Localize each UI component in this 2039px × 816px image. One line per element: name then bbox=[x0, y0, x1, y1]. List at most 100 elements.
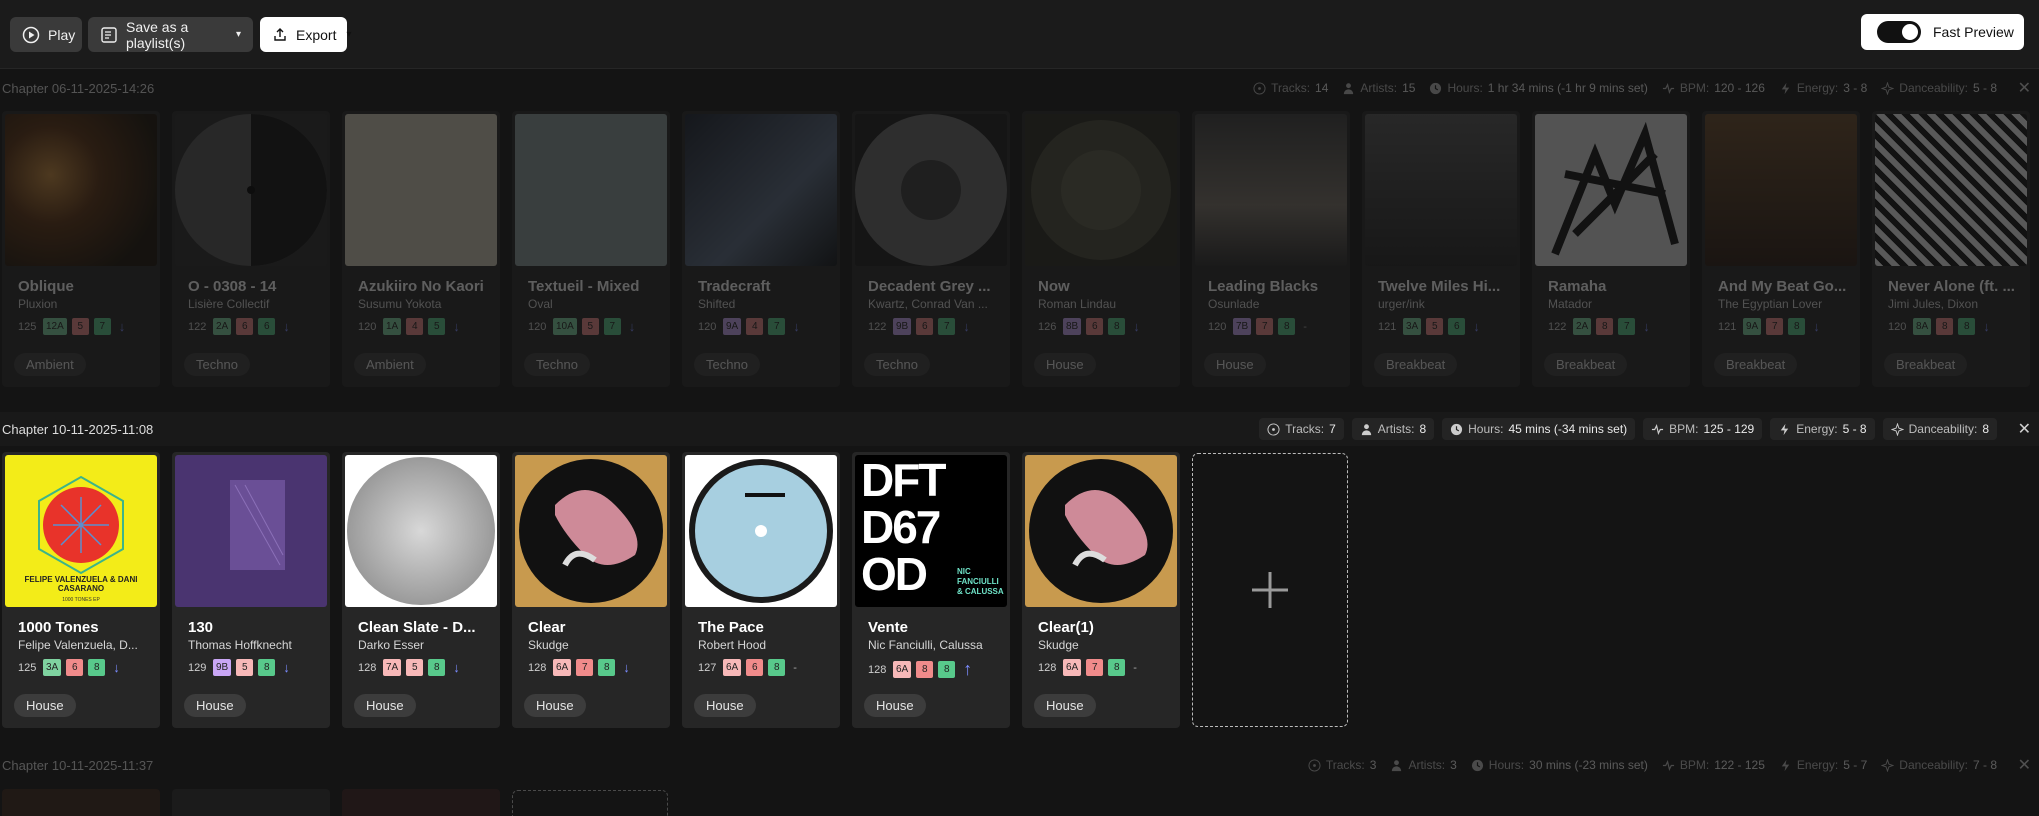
arrow-down-icon: ↓ bbox=[1813, 319, 1820, 334]
close-icon[interactable]: ✕ bbox=[2018, 755, 2031, 775]
save-playlist-button[interactable]: Save as a playlist(s) ▾ bbox=[88, 17, 253, 52]
track-card[interactable]: Clean Slate - D... Darko Esser 128 7A 5 8 ↓ … bbox=[342, 452, 500, 728]
genre-tag[interactable]: Ambient bbox=[14, 353, 86, 376]
track-meta: 129 9B 5 8 ↓ bbox=[188, 659, 290, 676]
add-track-button[interactable] bbox=[512, 790, 668, 816]
energy-badge: 5 bbox=[236, 659, 254, 676]
genre-tag[interactable]: Techno bbox=[184, 353, 250, 376]
track-card[interactable] bbox=[342, 789, 500, 816]
track-artist: Osunlade bbox=[1208, 297, 1260, 311]
add-track-button[interactable] bbox=[1192, 453, 1348, 727]
track-card[interactable]: Oblique Pluxion 125 12A 5 7 ↓ Ambient bbox=[2, 111, 160, 387]
genre-tag[interactable]: House bbox=[184, 694, 246, 717]
pulse-icon bbox=[1662, 759, 1674, 771]
track-card[interactable] bbox=[172, 789, 330, 816]
track-card[interactable]: FELIPE VALENZUELA & DANI CASARANO 1000 T… bbox=[2, 452, 160, 728]
track-card[interactable]: O - 0308 - 14 Lisière Collectif 122 2A 6 6 ↓… bbox=[172, 111, 330, 387]
track-card[interactable]: Leading Blacks Osunlade 120 7B 7 8- House bbox=[1192, 111, 1350, 387]
track-card[interactable]: Twelve Miles Hi... urger/ink 121 3A 5 6 ↓ Br… bbox=[1362, 111, 1520, 387]
album-credit: NIC FANCIULLI & CALUSSA bbox=[957, 567, 1004, 596]
track-card[interactable]: 130 Thomas Hoffknecht 129 9B 5 8 ↓ House bbox=[172, 452, 330, 728]
chapter-stats: Tracks: 14 Artists: 15 Hours: 1 hr 34 mins … bbox=[1253, 81, 1997, 95]
chevron-down-icon: ▾ bbox=[346, 29, 352, 40]
genre-tag[interactable]: House bbox=[1034, 353, 1096, 376]
track-card[interactable]: The Pace Robert Hood 127 6A 6 8- House bbox=[682, 452, 840, 728]
chapter-stats: Tracks: 3 Artists: 3 Hours: 30 mins (-23 mi… bbox=[1308, 758, 1997, 772]
bpm-stat: BPM: 125 - 129 bbox=[1643, 418, 1763, 440]
album-art bbox=[1025, 455, 1177, 607]
energy-badge: 5 bbox=[581, 318, 599, 335]
track-card[interactable]: And My Beat Go... The Egyptian Lover 121… bbox=[1702, 111, 1860, 387]
save-label: Save as a playlist(s) bbox=[126, 18, 189, 51]
genre-tag[interactable]: Breakbeat bbox=[1374, 353, 1458, 376]
chapter-header[interactable]: Chapter 06-11-2025-14:26 Tracks: 14 Artis… bbox=[0, 75, 2039, 101]
toggle-switch[interactable] bbox=[1877, 21, 1921, 43]
genre-tag[interactable]: House bbox=[14, 694, 76, 717]
energy-badge: 7 bbox=[1766, 318, 1784, 335]
chapter-header[interactable]: Chapter 10-11-2025-11:08 Tracks: 7 Artist… bbox=[0, 416, 2039, 442]
track-title: Azukiiro No Kaori bbox=[358, 278, 484, 295]
track-card[interactable]: Never Alone (ft. ... Jimi Jules, Dixon 1… bbox=[1872, 111, 2030, 387]
key-badge: 6A bbox=[553, 659, 572, 676]
album-art bbox=[1705, 114, 1857, 266]
track-card[interactable]: Azukiiro No Kaori Susumu Yokota 120 1A 4 5 ↓… bbox=[342, 111, 500, 387]
track-meta: 125 3A 6 8 ↓ bbox=[18, 659, 120, 676]
track-title: Clean Slate - D... bbox=[358, 619, 476, 636]
track-title: Leading Blacks bbox=[1208, 278, 1319, 295]
tracks-stat: Tracks: 14 bbox=[1253, 81, 1328, 95]
close-icon[interactable]: ✕ bbox=[2018, 78, 2031, 98]
genre-tag[interactable]: House bbox=[1204, 353, 1266, 376]
key-badge: 9A bbox=[723, 318, 742, 335]
chapter-stats: Tracks: 7 Artists: 8 Hours: 45 mins (-34 mi… bbox=[1259, 418, 1997, 440]
genre-tag[interactable]: Breakbeat bbox=[1544, 353, 1628, 376]
export-button[interactable]: Export ▾ bbox=[260, 17, 352, 52]
track-card[interactable]: Tradecraft Shifted 120 9A 4 7 ↓ Techno bbox=[682, 111, 840, 387]
key-badge: 3A bbox=[43, 659, 62, 676]
key-badge: 10A bbox=[553, 318, 577, 335]
track-meta: 128 6A 7 8 ↓ bbox=[528, 659, 630, 676]
track-card[interactable]: Clear Skudge 128 6A 7 8 ↓ House bbox=[512, 452, 670, 728]
album-art bbox=[175, 455, 327, 607]
close-icon[interactable]: ✕ bbox=[2018, 419, 2031, 439]
dance-badge: 8 bbox=[258, 659, 276, 676]
lightning-icon bbox=[1781, 759, 1790, 771]
genre-tag[interactable]: House bbox=[864, 694, 926, 717]
track-card[interactable]: DFT D67 OD NIC FANCIULLI & CALUSSA Vente… bbox=[852, 452, 1010, 728]
hours-stat: Hours: 30 mins (-23 mins set) bbox=[1471, 758, 1648, 772]
genre-tag[interactable]: Techno bbox=[864, 353, 930, 376]
track-card[interactable]: Clear(1) Skudge 128 6A 7 8- House bbox=[1022, 452, 1180, 728]
track-card[interactable] bbox=[2, 789, 160, 816]
bpm-value: 125 bbox=[18, 320, 37, 333]
genre-tag[interactable]: House bbox=[694, 694, 756, 717]
track-title: The Pace bbox=[698, 619, 764, 636]
chapter-header[interactable]: Chapter 10-11-2025-11:37 Tracks: 3 Artist… bbox=[0, 752, 2039, 778]
dance-badge: 8 bbox=[1788, 318, 1806, 335]
genre-tag[interactable]: Ambient bbox=[354, 353, 426, 376]
track-title: Decadent Grey ... bbox=[868, 278, 991, 295]
key-badge: 6A bbox=[1063, 659, 1082, 676]
track-title: Tradecraft bbox=[698, 278, 771, 295]
export-icon bbox=[272, 26, 288, 44]
genre-tag[interactable]: Techno bbox=[694, 353, 760, 376]
genre-tag[interactable]: House bbox=[354, 694, 416, 717]
play-label: Play bbox=[48, 26, 76, 43]
genre-tag[interactable]: Breakbeat bbox=[1714, 353, 1798, 376]
track-card[interactable]: Ramaha Matador 122 2A 8 7 ↓ Breakbeat bbox=[1532, 111, 1690, 387]
genre-tag[interactable]: House bbox=[524, 694, 586, 717]
genre-tag[interactable]: House bbox=[1034, 694, 1096, 717]
dance-badge: 6 bbox=[258, 318, 276, 335]
key-badge: 8A bbox=[1913, 318, 1932, 335]
person-icon bbox=[1361, 423, 1371, 435]
dash: - bbox=[1303, 320, 1307, 333]
fast-preview-toggle[interactable]: Fast Preview bbox=[1861, 14, 2024, 50]
track-artist: Roman Lindau bbox=[1038, 297, 1117, 311]
genre-tag[interactable]: Breakbeat bbox=[1884, 353, 1968, 376]
track-card[interactable]: Textueil - Mixed Oval 120 10A 5 7 ↓ Techno bbox=[512, 111, 670, 387]
dance-badge: 8 bbox=[938, 661, 956, 678]
artists-stat: Artists: 8 bbox=[1351, 418, 1435, 440]
disc-icon bbox=[1253, 81, 1266, 95]
track-card[interactable]: Decadent Grey ... Kwartz, Conrad Van ...… bbox=[852, 111, 1010, 387]
track-card[interactable]: Now Roman Lindau 126 8B 6 8 ↓ House bbox=[1022, 111, 1180, 387]
genre-tag[interactable]: Techno bbox=[524, 353, 590, 376]
play-button[interactable]: Play bbox=[10, 17, 82, 52]
